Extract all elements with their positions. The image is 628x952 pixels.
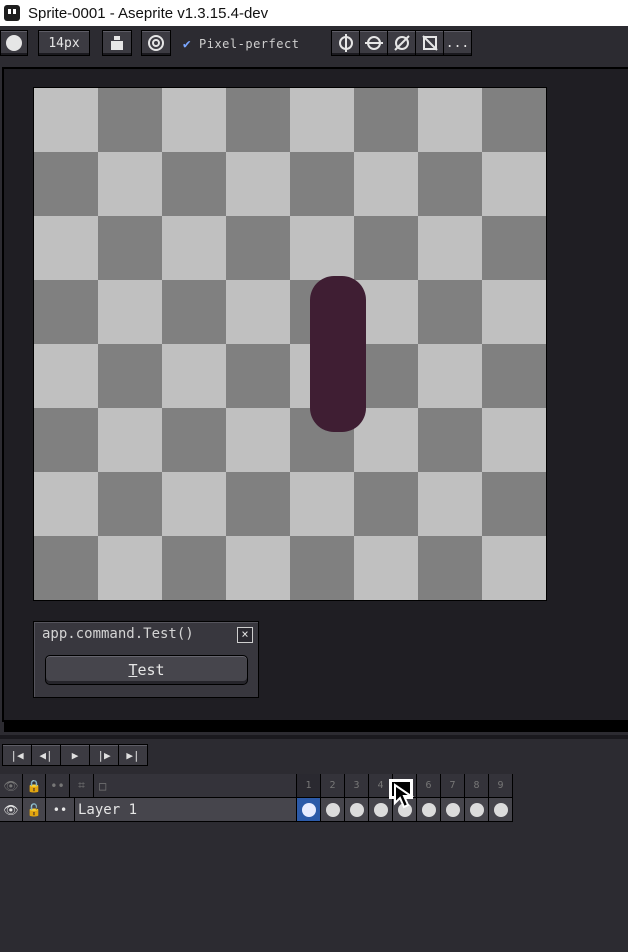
- ink-bottle-icon: [111, 36, 123, 50]
- horizontal-symmetry-icon: [364, 36, 383, 50]
- dialog-title: app.command.Test(): [42, 626, 194, 642]
- frame-header-3[interactable]: 3: [345, 774, 369, 798]
- more-options-button[interactable]: ...: [443, 30, 472, 56]
- layer-group-header-icon[interactable]: ⌗: [70, 774, 94, 798]
- layer-options-header[interactable]: □: [94, 774, 297, 798]
- frame-header-9[interactable]: 9: [489, 774, 513, 798]
- brush-stroke: [310, 276, 366, 432]
- script-dialog: app.command.Test() × Test: [33, 621, 259, 698]
- keyframe-dot-icon: [421, 802, 436, 817]
- test-button[interactable]: Test: [45, 655, 248, 685]
- last-frame-button[interactable]: ▶|: [118, 744, 148, 766]
- cel-frame-1[interactable]: [297, 798, 321, 822]
- opacity-circle-icon: [148, 35, 164, 51]
- brush-type-button[interactable]: [0, 30, 28, 56]
- layer-continuous-icon[interactable]: ••: [46, 798, 75, 822]
- pixel-perfect-checkbox[interactable]: ✔ Pixel-perfect: [180, 34, 299, 54]
- test-button-mnemonic: T: [128, 661, 138, 679]
- cel-frame-2[interactable]: [321, 798, 345, 822]
- keyframe-dot-icon: [373, 802, 388, 817]
- next-frame-button[interactable]: |▶: [89, 744, 119, 766]
- brush-size-value: 14px: [48, 35, 80, 51]
- visibility-header-icon[interactable]: 👁: [0, 774, 23, 798]
- layer-name[interactable]: Layer 1: [75, 798, 297, 822]
- play-icon: ▶: [71, 748, 79, 762]
- layer-lock-icon[interactable]: 🔓: [23, 798, 46, 822]
- mouse-cursor-icon: [389, 779, 415, 809]
- keyframe-dot-icon: [325, 802, 340, 817]
- symmetry-vertical-button[interactable]: [331, 30, 360, 56]
- symmetry-antidiagonal-button[interactable]: [415, 30, 444, 56]
- title-bar: Sprite-0001 - Aseprite v1.3.15.4-dev: [0, 0, 628, 26]
- vertical-symmetry-icon: [338, 34, 353, 52]
- previous-frame-button[interactable]: ◀|: [31, 744, 61, 766]
- playback-controls: |◀ ◀| ▶ |▶ ▶|: [2, 744, 148, 766]
- last-frame-icon: ▶|: [126, 748, 140, 762]
- opacity-button[interactable]: [141, 30, 171, 56]
- keyframe-dot-icon: [349, 802, 364, 817]
- diagonal-symmetry-icon: [393, 35, 410, 51]
- more-options-label: ...: [445, 35, 470, 51]
- symmetry-diagonal-button[interactable]: [387, 30, 416, 56]
- symmetry-horizontal-button[interactable]: [359, 30, 388, 56]
- frame-header-2[interactable]: 2: [321, 774, 345, 798]
- layer-row[interactable]: 👁 🔓 •• Layer 1: [0, 798, 628, 822]
- circle-brush-icon: [6, 35, 22, 51]
- antidiagonal-symmetry-icon: [421, 35, 438, 51]
- cel-frame-8[interactable]: [465, 798, 489, 822]
- layer-visibility-icon[interactable]: 👁: [0, 798, 23, 822]
- continuous-header-icon[interactable]: ••: [46, 774, 70, 798]
- timeline: 👁 🔒 •• ⌗ □ 1 2 3 4 5 6 7 8 9 👁 🔓 •• Laye…: [0, 774, 628, 952]
- context-toolbar: 14px ✔ Pixel-perfect ...: [0, 26, 628, 62]
- cel-frame-7[interactable]: [441, 798, 465, 822]
- sprite-canvas[interactable]: [33, 87, 547, 601]
- brush-size-field[interactable]: 14px: [38, 30, 90, 56]
- square-icon: □: [99, 778, 107, 793]
- timeline-header: 👁 🔒 •• ⌗ □ 1 2 3 4 5 6 7 8 9: [0, 774, 628, 798]
- cel-frame-9[interactable]: [489, 798, 513, 822]
- first-frame-icon: |◀: [10, 748, 24, 762]
- aseprite-app-icon: [4, 5, 20, 21]
- editor-scrollbar[interactable]: [4, 720, 628, 732]
- keyframe-dot-icon: [493, 802, 508, 817]
- next-frame-icon: |▶: [97, 748, 111, 762]
- frame-header-1[interactable]: 1: [297, 774, 321, 798]
- first-frame-button[interactable]: |◀: [2, 744, 32, 766]
- window-title: Sprite-0001 - Aseprite v1.3.15.4-dev: [28, 4, 269, 22]
- keyframe-dot-icon: [469, 802, 484, 817]
- cel-frame-3[interactable]: [345, 798, 369, 822]
- previous-frame-icon: ◀|: [39, 748, 53, 762]
- test-button-label: est: [137, 661, 165, 679]
- frame-header-8[interactable]: 8: [465, 774, 489, 798]
- pixel-perfect-label: Pixel-perfect: [199, 37, 300, 51]
- close-icon[interactable]: ×: [237, 627, 253, 643]
- keyframe-dot-icon: [445, 802, 460, 817]
- timeline-splitter[interactable]: [0, 735, 628, 739]
- ink-type-button[interactable]: [102, 30, 132, 56]
- frame-header-7[interactable]: 7: [441, 774, 465, 798]
- checkmark-icon: ✔: [182, 36, 192, 52]
- keyframe-dot-icon: [301, 802, 316, 817]
- lock-header-icon[interactable]: 🔒: [23, 774, 46, 798]
- play-button[interactable]: ▶: [60, 744, 90, 766]
